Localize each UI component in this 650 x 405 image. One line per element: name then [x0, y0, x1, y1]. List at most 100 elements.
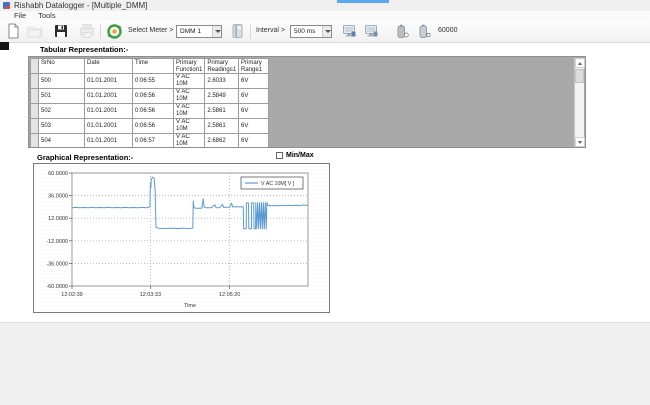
table-scrollbar[interactable]	[574, 58, 584, 147]
table-cell: 2.5861	[205, 104, 239, 119]
print-icon	[79, 23, 95, 39]
row-header-cell	[31, 134, 39, 149]
connect-icon	[106, 23, 123, 40]
app-icon	[3, 2, 10, 9]
table-cell: 0:06:56	[133, 104, 174, 119]
pc-monitor-2-icon	[364, 24, 379, 39]
y-tick-label: 12.0000	[48, 216, 68, 222]
table-row[interactable]: 50101.01.20010:06:56V AC 10M2.58496V	[31, 89, 269, 104]
y-tick-label: -12.0000	[46, 239, 68, 245]
scroll-up-button[interactable]	[575, 58, 585, 68]
table-cell: 6V	[239, 119, 269, 134]
chart-panel: 60.000036.000012.0000-12.0000-36.0000-60…	[33, 163, 330, 313]
battery-2-icon	[416, 24, 431, 39]
table-cell: V AC 10M	[174, 104, 205, 119]
chevron-down-icon[interactable]	[212, 26, 221, 37]
table-cell: 504	[39, 134, 85, 149]
table-corner-cell	[31, 59, 39, 74]
x-tick-label: 12:05:20	[219, 292, 240, 298]
battery-button-1[interactable]	[392, 22, 410, 40]
table-cell: 6V	[239, 74, 269, 89]
table-cell: 0:06:56	[133, 119, 174, 134]
table-row[interactable]: 50301.01.20010:06:56V AC 10M2.58616V	[31, 119, 269, 134]
column-header: Time	[133, 59, 174, 74]
readings-table: SrNoDateTimePrimary Function1Primary Rea…	[30, 58, 269, 148]
table-row[interactable]: 50401.01.20010:06:57V AC 10M2.68626V	[31, 134, 269, 149]
window-title: Rishabh Datalogger - [Multiple_DMM]	[14, 1, 147, 10]
battery-icon	[394, 24, 409, 39]
menu-file[interactable]: File	[14, 11, 26, 20]
x-tick-label: 12:02:39	[61, 292, 82, 298]
table-cell: 0:06:56	[133, 89, 174, 104]
corner-artifact	[0, 42, 9, 50]
triangle-up-icon	[578, 60, 582, 65]
table-cell: V AC 10M	[174, 74, 205, 89]
title-bar: Rishabh Datalogger - [Multiple_DMM]	[0, 0, 650, 11]
table-cell: 501	[39, 89, 85, 104]
battery-button-2[interactable]	[414, 22, 432, 40]
window-background	[0, 322, 650, 405]
interval-select[interactable]: 500 ms	[290, 25, 332, 38]
open-file-button[interactable]	[26, 22, 44, 40]
scroll-down-button[interactable]	[575, 137, 585, 147]
new-file-button[interactable]	[4, 22, 22, 40]
sample-count: 60000	[438, 27, 457, 34]
new-document-icon	[5, 23, 21, 39]
chevron-down-icon[interactable]	[322, 26, 331, 37]
x-axis-title: Time	[184, 303, 196, 309]
table-cell: 0:06:55	[133, 74, 174, 89]
screen-edge-artifact	[337, 0, 389, 3]
menu-tools[interactable]: Tools	[38, 11, 56, 20]
row-header-cell	[31, 119, 39, 134]
meter-select[interactable]: DMM 1	[176, 25, 222, 38]
toolbar: Select Meter > DMM 1 Interval > 500 ms	[0, 20, 650, 43]
table-cell: 01.01.2001	[85, 104, 133, 119]
toolbar-separator	[250, 24, 251, 39]
table-cell: V AC 10M	[174, 134, 205, 149]
save-button[interactable]	[52, 22, 70, 40]
table-cell: 2.5849	[205, 89, 239, 104]
meter-select-value: DMM 1	[180, 28, 201, 35]
table-cell: 6V	[239, 134, 269, 149]
save-icon	[53, 23, 69, 39]
table-cell: 2.6862	[205, 134, 239, 149]
table-cell: 01.01.2001	[85, 119, 133, 134]
connect-meter-button[interactable]	[105, 22, 123, 40]
table-header-row: SrNoDateTimePrimary Function1Primary Rea…	[31, 59, 269, 74]
interval-label: Interval >	[256, 27, 285, 34]
table-cell: 0:06:57	[133, 134, 174, 149]
column-header: Date	[85, 59, 133, 74]
column-header: Primary Readings1	[205, 59, 239, 74]
legend-label: V AC 10M[ V ]	[261, 181, 295, 187]
tabular-section-title: Tabular Representation:-	[40, 45, 128, 54]
table-cell: 01.01.2001	[85, 89, 133, 104]
table-cell: 503	[39, 119, 85, 134]
chart: 60.000036.000012.0000-12.0000-36.0000-60…	[34, 164, 329, 312]
table-cell: 502	[39, 104, 85, 119]
row-header-cell	[31, 74, 39, 89]
pc-link-button-2[interactable]	[362, 22, 380, 40]
plot-area	[72, 173, 308, 286]
triangle-down-icon	[578, 141, 582, 146]
print-button[interactable]	[78, 22, 96, 40]
y-tick-label: 60.0000	[48, 171, 68, 177]
table-row[interactable]: 50001.01.20010:06:55V AC 10M2.60336V	[31, 74, 269, 89]
graphical-section-title: Graphical Representation:-	[37, 153, 133, 162]
scrollbar-thumb[interactable]	[575, 69, 584, 83]
pc-link-button-1[interactable]	[340, 22, 358, 40]
open-folder-icon	[27, 23, 43, 39]
data-grid-panel: SrNoDateTimePrimary Function1Primary Rea…	[28, 56, 586, 148]
table-cell: 01.01.2001	[85, 74, 133, 89]
y-tick-label: -36.0000	[46, 261, 68, 267]
minmax-control: Min/Max	[276, 152, 314, 159]
x-tick-label: 12:03:33	[140, 292, 161, 298]
minmax-checkbox[interactable]	[276, 152, 283, 159]
meter-device-icon	[229, 23, 245, 39]
table-row[interactable]: 50201.01.20010:06:56V AC 10M2.58616V	[31, 104, 269, 119]
minmax-label: Min/Max	[286, 152, 314, 159]
select-meter-label: Select Meter >	[128, 27, 173, 34]
table-cell: 2.6033	[205, 74, 239, 89]
row-header-cell	[31, 89, 39, 104]
meter-device-button[interactable]	[228, 22, 246, 40]
row-header-cell	[31, 104, 39, 119]
